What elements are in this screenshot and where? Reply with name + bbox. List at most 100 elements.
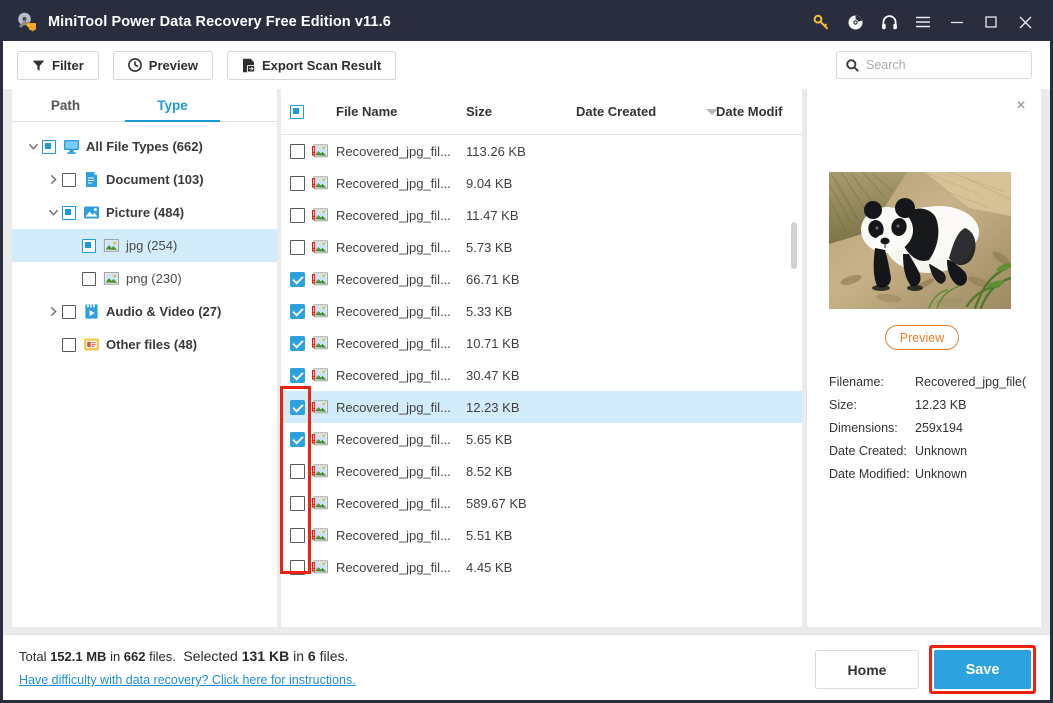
row-checkbox[interactable] [290,143,305,159]
tree-item-jpg[interactable]: jpg (254) [12,229,277,262]
table-row[interactable]: Recovered_jpg_fil... 5.65 KB [281,423,802,455]
tree-item-png[interactable]: png (230) [12,262,277,295]
save-label: Save [965,661,1000,678]
image-file-icon [103,270,120,287]
row-file-name: Recovered_jpg_fil... [336,303,451,319]
metadata-key: Dimensions: [829,420,898,435]
search-input[interactable] [866,58,1016,72]
key-icon[interactable] [804,3,838,41]
row-file-size: 30.47 KB [466,367,520,383]
table-row[interactable]: Recovered_jpg_fil... 12.23 KB [281,391,802,423]
chevron-down-icon[interactable] [44,196,62,229]
row-checkbox[interactable] [290,431,305,447]
tree-item-checkbox[interactable] [62,337,76,352]
disc-icon[interactable] [838,3,872,41]
preview-image-button[interactable]: Preview [885,325,959,350]
row-checkbox[interactable] [290,463,305,479]
tree-item-checkbox[interactable] [62,172,76,187]
column-header-date-created[interactable]: Date Created [576,104,656,119]
tree-item-picture[interactable]: Picture (484) [12,196,277,229]
selected-prefix: Selected [183,648,242,664]
select-all-checkbox[interactable] [290,104,304,119]
row-checkbox[interactable] [290,527,305,543]
export-scan-result-button[interactable]: Export Scan Result [226,50,397,80]
chevron-down-icon[interactable] [24,130,42,163]
table-row[interactable]: Recovered_jpg_fil... 113.26 KB [281,135,802,167]
maximize-icon[interactable] [974,3,1008,41]
file-list-panel: File Name Size Date Created Date Modif R… [281,89,802,627]
tree-item-checkbox[interactable] [42,139,56,154]
row-file-name: Recovered_jpg_fil... [336,495,451,511]
row-checkbox[interactable] [290,175,305,191]
chevron-right-icon[interactable] [44,163,62,196]
metadata-key: Filename: [829,374,884,389]
column-header-size[interactable]: Size [466,104,492,119]
table-row[interactable]: Recovered_jpg_fil... 30.47 KB [281,359,802,391]
metadata-row: Filename: Recovered_jpg_file( [829,370,1039,393]
tree-item-document[interactable]: Document (103) [12,163,277,196]
tree-item-checkbox[interactable] [62,205,76,220]
tab-bar: Path Type [12,89,277,122]
minimize-icon[interactable] [940,3,974,41]
row-checkbox[interactable] [290,271,305,287]
headphones-icon[interactable] [872,3,906,41]
tree-item-checkbox[interactable] [62,304,76,319]
table-row[interactable]: Recovered_jpg_fil... 8.52 KB [281,455,802,487]
row-file-name: Recovered_jpg_fil... [336,367,451,383]
table-row[interactable]: Recovered_jpg_fil... 589.67 KB [281,487,802,519]
row-checkbox[interactable] [290,303,305,319]
tab-type[interactable]: Type [119,89,226,122]
close-preview-icon[interactable]: × [1012,97,1030,115]
twisty-placeholder [64,262,82,295]
tree-item-audio[interactable]: Audio & Video (27) [12,295,277,328]
row-checkbox[interactable] [290,367,305,383]
preview-label: Preview [148,57,198,73]
app-logo-icon [16,11,38,33]
metadata-row: Dimensions: 259x194 [829,416,1039,439]
tree-view: All File Types (662) Document (103) Pictur… [12,122,277,361]
row-file-size: 589.67 KB [466,495,527,511]
row-checkbox[interactable] [290,207,305,223]
table-row[interactable]: Recovered_jpg_fil... 9.04 KB [281,167,802,199]
row-file-name: Recovered_jpg_fil... [336,463,451,479]
search-box[interactable] [836,51,1032,79]
column-header-file-name[interactable]: File Name [336,104,397,119]
tree-item-checkbox[interactable] [82,271,96,286]
preview-button[interactable]: Preview [112,50,213,80]
table-row[interactable]: Recovered_jpg_fil... 5.73 KB [281,231,802,263]
table-row[interactable]: Recovered_jpg_fil... 4.45 KB [281,551,802,583]
close-icon[interactable] [1008,3,1042,41]
row-checkbox[interactable] [290,335,305,351]
table-row[interactable]: Recovered_jpg_fil... 5.51 KB [281,519,802,551]
scrollbar-thumb[interactable] [791,222,797,269]
row-checkbox[interactable] [290,559,305,575]
menu-icon[interactable] [906,3,940,41]
filter-button[interactable]: Filter [17,50,99,80]
table-row[interactable]: Recovered_jpg_fil... 66.71 KB [281,263,802,295]
tree-item-other[interactable]: Other files (48) [12,328,277,361]
tab-path[interactable]: Path [12,89,119,121]
tree-item-all[interactable]: All File Types (662) [12,130,277,163]
twisty-placeholder [44,328,62,361]
home-button[interactable]: Home [815,650,919,689]
row-file-name: Recovered_jpg_fil... [336,527,451,543]
chevron-right-icon[interactable] [44,295,62,328]
damaged-image-file-icon [312,496,328,510]
tree-item-label: Document (103) [106,172,204,187]
tree-item-checkbox[interactable] [82,238,96,253]
preview-button-label: Preview [899,330,945,345]
row-checkbox[interactable] [290,399,305,415]
column-header-date-modified[interactable]: Date Modif [716,104,782,119]
save-button[interactable]: Save [934,650,1031,689]
selected-suffix: files. [315,648,349,664]
search-icon [846,58,859,72]
metadata-value: Recovered_jpg_file( [915,374,1027,389]
tree-item-label: Audio & Video (27) [106,304,222,319]
row-checkbox[interactable] [290,239,305,255]
row-checkbox[interactable] [290,495,305,511]
table-row[interactable]: Recovered_jpg_fil... 11.47 KB [281,199,802,231]
file-list-scrollbar[interactable] [790,89,798,581]
table-row[interactable]: Recovered_jpg_fil... 10.71 KB [281,327,802,359]
table-row[interactable]: Recovered_jpg_fil... 5.33 KB [281,295,802,327]
help-instructions-link[interactable]: Have difficulty with data recovery? Clic… [19,673,356,687]
